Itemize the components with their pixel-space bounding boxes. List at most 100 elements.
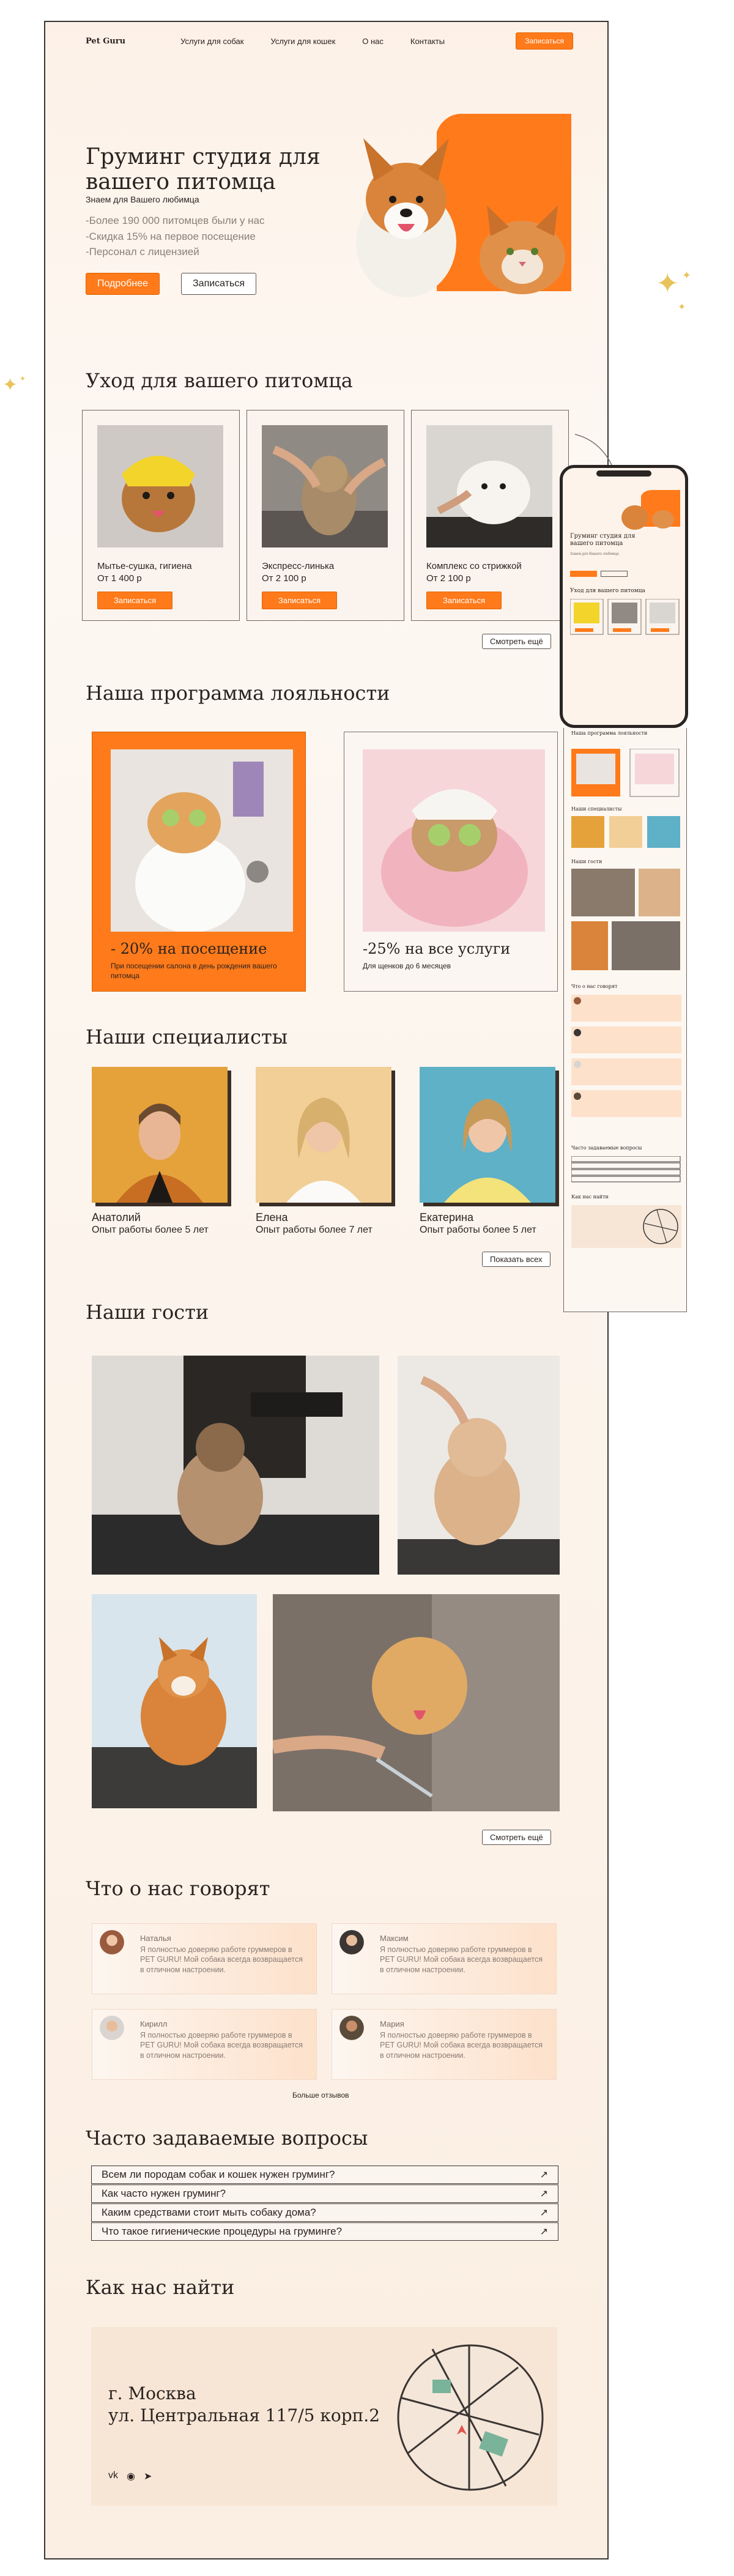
mobile-secondary-button[interactable]	[601, 571, 628, 577]
logo[interactable]: Pet Guru	[86, 37, 125, 46]
contacts-block: г. Москва ул. Центральная 117/5 корп.2 v…	[91, 2327, 557, 2506]
nav-item-about[interactable]: О нас	[362, 37, 384, 46]
map-circle[interactable]	[396, 2343, 545, 2492]
telegram-icon[interactable]: ➤	[144, 2470, 152, 2482]
review-text: Я полностью доверяю работе груммеров в P…	[140, 2031, 303, 2060]
hero-corgi-cat-illustration	[356, 114, 571, 297]
contact-address: ул. Центральная 117/5 корп.2	[108, 2405, 380, 2426]
reviews-section-title: Что о нас говорят	[86, 1877, 270, 1900]
review-card: Кирилл Я полностью доверяю работе грумме…	[92, 2009, 317, 2080]
service-card: Комплекс со стрижкой От 2 100 р Записать…	[411, 410, 569, 621]
mobile-phone-mockup: Груминг студия для вашего питомца Знаем …	[560, 465, 688, 728]
service-name: Мытье-сушка, гигиена	[97, 561, 192, 571]
service-photo-dog-grooming	[426, 425, 552, 547]
sparkle-decoration: ✦	[682, 269, 692, 281]
faq-item[interactable]: Что такое гигиенические процедуры на гру…	[91, 2222, 558, 2241]
arrow-up-right-icon: ↗	[539, 2208, 548, 2218]
specialist-photo	[256, 1067, 395, 1206]
faq-item[interactable]: Как часто нужен груминг? ↗	[91, 2184, 558, 2203]
loyalty-card-title: - 20% на посещение	[111, 940, 267, 957]
review-card: Наталья Я полностью доверяю работе грумм…	[92, 1923, 317, 1994]
mobile-faq-title: Часто задаваемые вопросы	[571, 1145, 642, 1151]
mobile-care-title: Уход для вашего питомца	[570, 588, 645, 594]
loyalty-card-text: При посещении салона в день рождения ваш…	[111, 962, 277, 981]
arrow-up-right-icon: ↗	[539, 2170, 548, 2180]
nav-item-dogs[interactable]: Услуги для собак	[180, 37, 243, 46]
service-price: От 1 400 р	[97, 573, 142, 584]
service-price: От 2 100 р	[262, 573, 306, 584]
sparkle-decoration: ✦	[678, 302, 686, 313]
hero-subtitle: Знаем для Вашего любимца	[86, 195, 199, 204]
guest-photo-yorkie	[92, 1356, 379, 1575]
care-more-button[interactable]: Смотреть ещё	[482, 634, 551, 649]
mobile-primary-button[interactable]	[570, 571, 597, 577]
hero-signup-button[interactable]: Записаться	[181, 273, 257, 295]
contact-city: г. Москва	[108, 2383, 196, 2403]
service-name: Комплекс со стрижкой	[426, 561, 522, 571]
mobile-page-continuation: Наша программа лояльности Наши специалис…	[563, 728, 687, 1312]
mobile-loyalty-cards	[571, 749, 680, 797]
review-text: Я полностью доверяю работе груммеров в P…	[380, 2031, 543, 2060]
loyalty-photo-dog-towel-cucumber	[363, 749, 545, 932]
mobile-guests-grid	[571, 869, 680, 970]
review-card: Максим Я полностью доверяю работе грумме…	[332, 1923, 557, 1994]
hero-bullet: -Персонал с лицензией	[86, 246, 199, 258]
review-card: Мария Я полностью доверяю работе груммер…	[332, 2009, 557, 2080]
specialist-name: Анатолий	[92, 1211, 141, 1223]
mobile-reviews-title: Что о нас говорят	[571, 984, 618, 989]
specialist-experience: Опыт работы более 7 лет	[256, 1225, 373, 1235]
mobile-reviews	[571, 995, 681, 1117]
phone-notch	[596, 470, 651, 477]
service-signup-button[interactable]: Записаться	[97, 592, 173, 609]
loyalty-card-title: -25% на все услуги	[363, 940, 511, 957]
hero-bullet: -Скидка 15% на первое посещение	[86, 230, 256, 242]
avatar	[100, 1930, 124, 1954]
guests-more-button[interactable]: Смотреть ещё	[482, 1830, 551, 1845]
faq-item[interactable]: Каким средствами стоит мыть собаку дома?…	[91, 2203, 558, 2222]
loyalty-card: -25% на все услуги Для щенков до 6 месяц…	[344, 732, 558, 992]
mobile-contacts-block	[571, 1205, 681, 1248]
mobile-hero-illustration	[621, 490, 680, 530]
review-text: Я полностью доверяю работе груммеров в P…	[380, 1945, 543, 1974]
service-signup-button[interactable]: Записаться	[426, 592, 502, 609]
mobile-hero-subtitle: Знаем для Вашего любимца	[570, 552, 619, 556]
mobile-contacts-title: Как нас найти	[571, 1194, 609, 1200]
service-signup-button[interactable]: Записаться	[262, 592, 338, 609]
hero-bullet: -Более 190 000 питомцев были у нас	[86, 215, 265, 226]
service-photo-dog-towel	[97, 425, 223, 547]
avatar	[339, 1930, 364, 1954]
specialists-more-button[interactable]: Показать всех	[482, 1252, 550, 1267]
loyalty-card: - 20% на посещение При посещении салона …	[92, 732, 306, 992]
avatar	[339, 2016, 364, 2040]
review-text: Я полностью доверяю работе груммеров в P…	[140, 1945, 303, 1974]
whatsapp-icon[interactable]: ◉	[127, 2470, 135, 2482]
hero-more-button[interactable]: Подробнее	[86, 273, 160, 295]
nav-signup-button[interactable]: Записаться	[516, 32, 573, 50]
faq-section-title: Часто задаваемые вопросы	[86, 2126, 368, 2150]
guest-photo-golden-shower	[273, 1594, 560, 1811]
specialists-section-title: Наши специалисты	[86, 1025, 288, 1049]
reviews-more-link[interactable]: Больше отзывов	[292, 2091, 349, 2099]
nav-item-cats[interactable]: Услуги для кошек	[270, 37, 335, 46]
specialist-name: Елена	[256, 1211, 288, 1223]
faq-question: Каким средствами стоит мыть собаку дома?	[102, 2207, 316, 2218]
mobile-specialists-title: Наши специалисты	[571, 806, 622, 812]
faq-question: Всем ли породам собак и кошек нужен грум…	[102, 2169, 335, 2180]
faq-question: Как часто нужен груминг?	[102, 2188, 226, 2199]
care-section-title: Уход для вашего питомца	[86, 369, 353, 392]
vk-icon[interactable]: vk	[108, 2470, 118, 2482]
specialist-photo	[420, 1067, 559, 1206]
contacts-section-title: Как нас найти	[86, 2276, 235, 2299]
review-author: Кирилл	[140, 2019, 168, 2029]
service-name: Экспресс-линька	[262, 561, 335, 571]
social-links: vk ◉ ➤	[108, 2470, 152, 2482]
faq-item[interactable]: Всем ли породам собак и кошек нужен грум…	[91, 2166, 558, 2184]
service-card: Экспресс-линька От 2 100 р Записаться	[247, 410, 404, 621]
nav-item-contacts[interactable]: Контакты	[410, 37, 445, 46]
mobile-faq-list	[571, 1156, 681, 1182]
loyalty-photo-dog-bathrobe	[111, 749, 293, 932]
guest-photo-shiba	[92, 1594, 257, 1808]
review-author: Наталья	[140, 1934, 171, 1943]
guest-photo-poodle	[398, 1356, 560, 1575]
mobile-loyalty-title: Наша программа лояльности	[571, 730, 648, 736]
